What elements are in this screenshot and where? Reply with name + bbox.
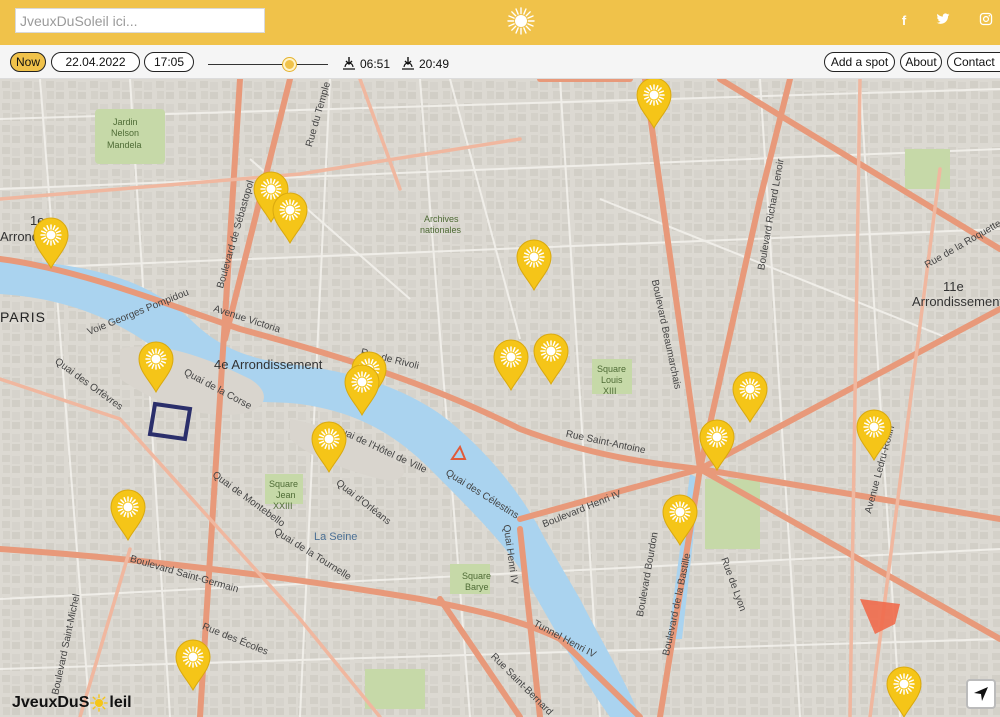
map-pin-icon: [516, 239, 552, 292]
sunrise-time: 06:51: [360, 57, 391, 71]
map-pin-icon: [886, 666, 922, 717]
label-square-barye-2: Barye: [465, 582, 489, 592]
facebook-icon[interactable]: f: [895, 12, 913, 30]
label-square-barye-1: Square: [462, 571, 492, 581]
map-pin-icon: [732, 371, 768, 424]
label-square-jean-3: XXIII: [273, 501, 293, 511]
locate-button[interactable]: [966, 679, 996, 709]
map-pin-icon: [636, 79, 672, 130]
sun-spot-marker[interactable]: [173, 639, 213, 692]
label-la-seine: La Seine: [314, 531, 358, 543]
label-square-louis-1: Square: [597, 364, 627, 374]
sun-spot-marker[interactable]: [342, 364, 382, 417]
map-pin-icon: [311, 421, 347, 474]
add-spot-button[interactable]: Add a spot: [824, 52, 895, 72]
sun-spot-marker[interactable]: [108, 489, 148, 542]
time-slider-handle[interactable]: [283, 58, 297, 71]
sun-spot-marker[interactable]: [884, 666, 924, 717]
map-pin-icon: [33, 217, 69, 270]
time-slider-track[interactable]: [208, 64, 328, 65]
label-11e-arrondissement: Arrondissement: [912, 294, 1000, 309]
brand-suffix: leil: [109, 694, 132, 711]
sunset-info: 20:49: [400, 55, 449, 71]
sun-spot-marker[interactable]: [514, 239, 554, 292]
map-pin-icon: [699, 419, 735, 472]
sun-logo-icon[interactable]: [506, 6, 536, 36]
sunrise-icon: [343, 57, 355, 70]
twitter-icon[interactable]: [934, 12, 952, 30]
sun-spot-marker[interactable]: [136, 341, 176, 394]
date-field[interactable]: 22.04.2022: [51, 52, 140, 72]
search-input[interactable]: [15, 8, 265, 33]
time-field[interactable]: 17:05: [144, 52, 194, 72]
label-11e: 11e: [943, 279, 964, 294]
label-archives-1: Archives: [424, 214, 459, 224]
label-square-louis-3: XIII: [603, 386, 617, 396]
label-paris: PARIS: [0, 309, 46, 325]
sun-icon: [90, 694, 109, 712]
label-4e-arrondissement: 4e Arrondissement: [214, 357, 323, 372]
sun-spot-marker[interactable]: [309, 421, 349, 474]
toolbar: Now 22.04.2022 17:05 06:51 20:49 Add a s…: [0, 45, 1000, 79]
map-pin-icon: [662, 494, 698, 547]
sun-spot-marker[interactable]: [31, 217, 71, 270]
instagram-icon[interactable]: [977, 12, 995, 30]
now-button[interactable]: Now: [10, 52, 46, 72]
label-square-jean-1: Square: [269, 479, 299, 489]
map-tiles: [0, 79, 1000, 717]
sunset-icon: [402, 57, 414, 70]
navigation-arrow-icon: [974, 687, 988, 701]
label-square-jean-2: Jean: [276, 490, 296, 500]
sun-spot-marker[interactable]: [531, 333, 571, 386]
sun-spot-marker[interactable]: [730, 371, 770, 424]
label-mandela: Mandela: [107, 140, 142, 150]
sunrise-info: 06:51: [341, 55, 390, 71]
about-button[interactable]: About: [900, 52, 942, 72]
map-pin-icon: [493, 339, 529, 392]
map-pin-icon: [138, 341, 174, 394]
contact-button[interactable]: Contact: [947, 52, 1000, 72]
sun-spot-marker[interactable]: [697, 419, 737, 472]
map[interactable]: PARIS 4e Arrondissement 11e Arrondisseme…: [0, 79, 1000, 717]
map-pin-icon: [856, 409, 892, 462]
sunset-time: 20:49: [419, 57, 450, 71]
label-square-louis-2: Louis: [601, 375, 623, 385]
label-archives-2: nationales: [420, 225, 462, 235]
sun-spot-marker[interactable]: [270, 192, 310, 245]
brand-watermark: JveuxDuS leil: [12, 694, 132, 712]
label-nelson: Nelson: [111, 128, 140, 138]
map-pin-icon: [110, 489, 146, 542]
map-pin-icon: [533, 333, 569, 386]
sun-spot-marker[interactable]: [854, 409, 894, 462]
sun-spot-marker[interactable]: [634, 79, 674, 130]
top-bar: f: [0, 0, 1000, 45]
label-jardin: Jardin: [113, 117, 138, 127]
map-pin-icon: [272, 192, 308, 245]
sun-spot-marker[interactable]: [491, 339, 531, 392]
sun-spot-marker[interactable]: [660, 494, 700, 547]
brand-prefix: JveuxDuS: [12, 694, 90, 711]
map-pin-icon: [175, 639, 211, 692]
map-pin-icon: [344, 364, 380, 417]
